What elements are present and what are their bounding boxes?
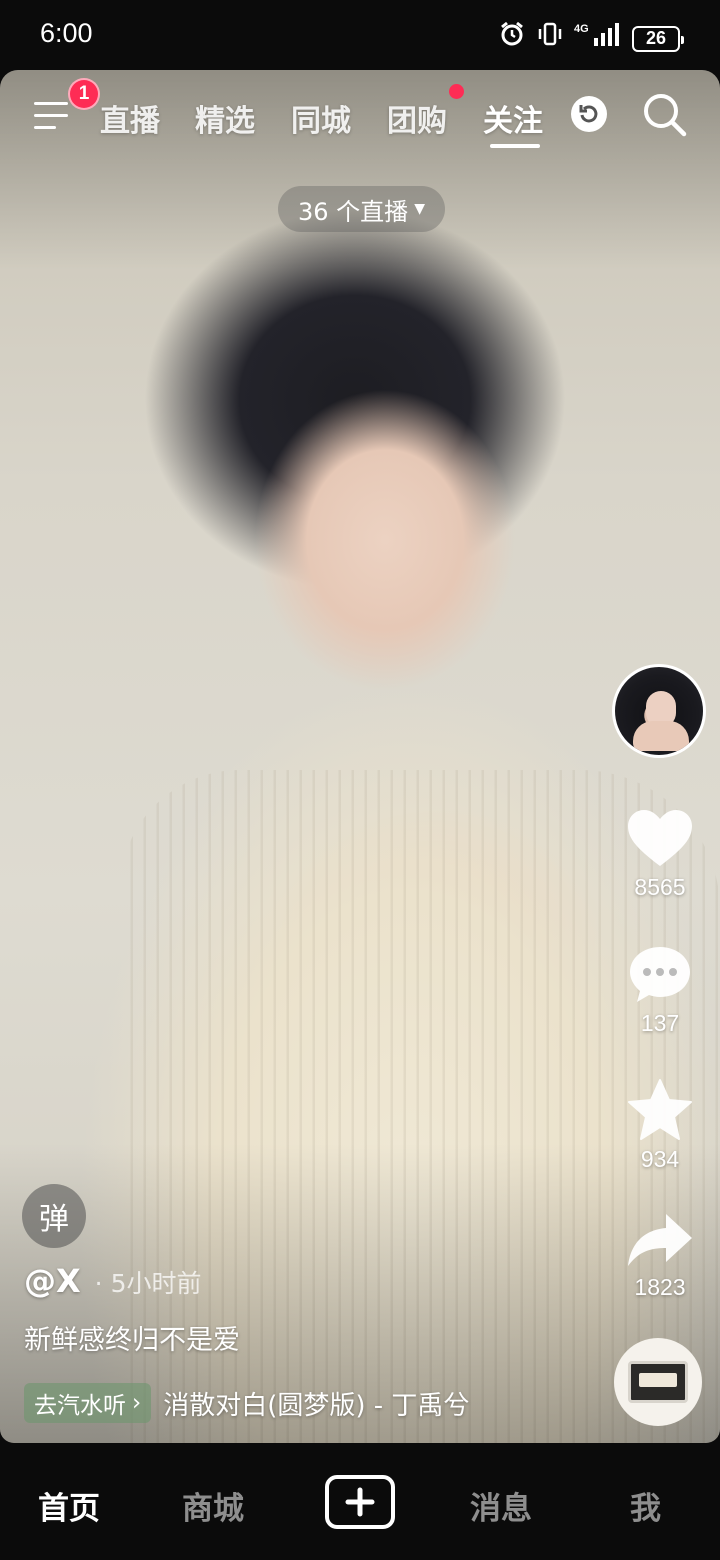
music-tag-label: 去汽水听 <box>34 1393 126 1419</box>
refresh-button[interactable] <box>571 96 607 132</box>
search-icon <box>644 94 687 137</box>
menu-notification-badge: 1 <box>68 78 100 110</box>
battery-level: 26 <box>645 28 667 48</box>
share-icon <box>628 1214 692 1266</box>
like-button[interactable]: 8565 <box>620 808 700 901</box>
vibrate-icon <box>536 20 564 57</box>
alarm-icon <box>498 20 526 57</box>
network-label: 4G <box>574 23 589 35</box>
status-bar: 6:00 4G 26 <box>0 0 720 70</box>
nav-home[interactable]: 首页 <box>38 1483 100 1528</box>
share-button[interactable]: 1823 <box>620 1212 700 1301</box>
live-count-pill[interactable]: 36 个直播 ▼ <box>278 186 445 232</box>
like-count: 8565 <box>634 874 686 900</box>
danmu-toggle-button[interactable]: 弹 <box>22 1184 86 1248</box>
comment-count: 137 <box>640 1010 680 1036</box>
nav-mall[interactable]: 商城 <box>182 1483 244 1528</box>
cassette-icon <box>628 1361 688 1403</box>
heart-icon <box>628 810 692 866</box>
active-tab-indicator <box>490 144 540 148</box>
favorite-count: 934 <box>640 1146 680 1172</box>
nav-me[interactable]: 我 <box>630 1483 661 1528</box>
battery-icon: 26 <box>632 25 684 52</box>
status-icons: 4G 26 <box>498 20 684 57</box>
comment-button[interactable]: 137 <box>620 944 700 1037</box>
share-count: 1823 <box>634 1274 686 1300</box>
tab-group-buy[interactable]: 团购 <box>387 96 447 140</box>
refresh-icon <box>579 105 598 123</box>
favorite-button[interactable]: 934 <box>620 1078 700 1173</box>
create-button[interactable] <box>325 1475 395 1529</box>
menu-icon <box>34 102 68 105</box>
bottom-nav: 首页 商城 消息 我 <box>0 1443 720 1560</box>
music-title[interactable]: 消散对白(圆梦版) - 丁禹兮 <box>163 1385 469 1422</box>
author-avatar[interactable] <box>612 664 706 758</box>
listen-on-qishui-button[interactable]: 去汽水听 › <box>24 1383 152 1423</box>
tab-live[interactable]: 直播 <box>100 96 160 140</box>
status-time: 6:00 <box>40 18 93 48</box>
post-caption: 新鲜感终归不是爱 <box>24 1325 240 1356</box>
comment-icon <box>630 947 690 1002</box>
video-player[interactable] <box>0 70 720 1443</box>
tab-featured[interactable]: 精选 <box>195 96 255 140</box>
search-button[interactable] <box>640 90 690 140</box>
nav-messages[interactable]: 消息 <box>470 1483 532 1528</box>
tab-local[interactable]: 同城 <box>291 96 351 140</box>
plus-icon <box>345 1487 375 1517</box>
danmu-label: 弹 <box>39 1202 69 1237</box>
menu-icon-line <box>34 114 68 117</box>
tab-notification-dot <box>449 84 464 99</box>
caret-down-icon: ▼ <box>414 201 425 217</box>
star-icon <box>628 1079 692 1140</box>
avatar-hands <box>633 721 689 751</box>
menu-icon-line <box>34 126 56 129</box>
post-time: · 5小时前 <box>94 1269 202 1298</box>
author-name[interactable]: @X <box>24 1262 81 1300</box>
signal-icon: 4G <box>574 20 622 57</box>
music-line: 去汽水听 › 消散对白(圆梦版) - 丁禹兮 <box>24 1383 469 1423</box>
live-count-label: 36 个直播 <box>298 197 409 226</box>
author-line: @X · 5小时前 <box>24 1262 201 1300</box>
chevron-right-icon: › <box>132 1390 142 1416</box>
tab-following[interactable]: 关注 <box>483 96 543 140</box>
music-disc[interactable] <box>614 1338 702 1426</box>
